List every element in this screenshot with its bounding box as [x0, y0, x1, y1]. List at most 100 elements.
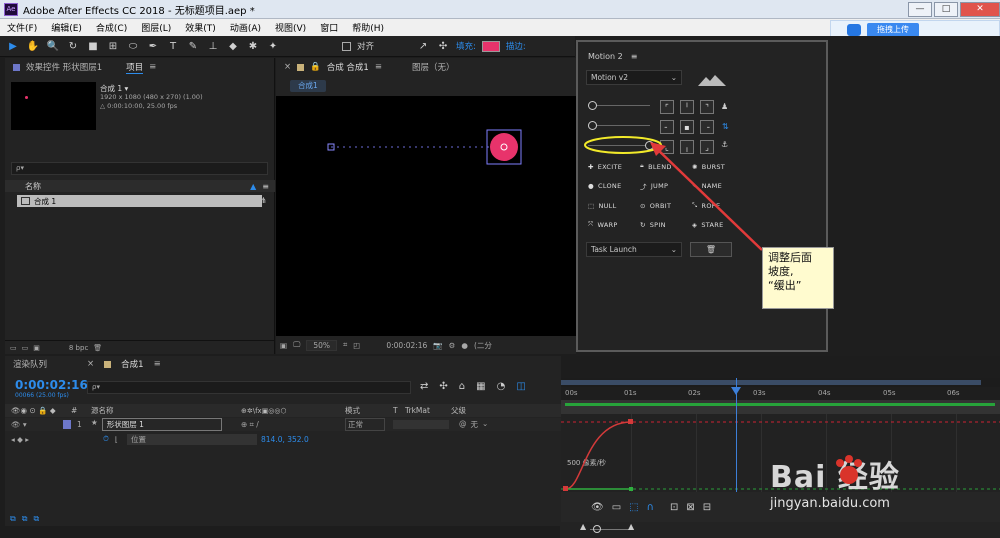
warp-button[interactable]: ⤧ WARP	[588, 220, 640, 229]
trkmat-select[interactable]	[393, 420, 449, 429]
anchor-top[interactable]: ╵	[680, 100, 694, 114]
panel-menu-icon[interactable]: ≡	[154, 359, 161, 369]
anchor-left[interactable]: ╴	[660, 120, 674, 134]
menu-view[interactable]: 视图(V)	[268, 21, 313, 34]
timeline-search-input[interactable]: ρ▾	[87, 381, 411, 394]
panel-menu-icon[interactable]: ≡	[375, 62, 382, 72]
fill-color-swatch[interactable]	[481, 40, 500, 52]
keyframe-nav-icons[interactable]: ◂ ◆ ▸	[5, 435, 103, 444]
hand-tool-icon[interactable]: ✋	[26, 39, 40, 53]
playhead-handle[interactable]	[731, 387, 741, 395]
work-area-bar[interactable]	[561, 378, 1000, 387]
lock-icon[interactable]: 🔒	[310, 62, 321, 72]
camera-tool-icon[interactable]: ■	[86, 39, 100, 53]
tab-composition[interactable]: 合成 合成1	[327, 61, 369, 73]
pin-icon[interactable]: ♟	[721, 102, 728, 111]
graph-toggle-icon[interactable]: ⌊	[115, 435, 127, 444]
slider-track-2[interactable]	[588, 125, 650, 126]
slider-thumb-1[interactable]	[588, 101, 597, 110]
tab-timeline-comp[interactable]: 合成1	[121, 358, 143, 370]
puppet-tool-icon[interactable]: ✦	[266, 39, 280, 53]
graph-eye-icon[interactable]: 👁	[591, 502, 604, 513]
clone-button[interactable]: ● CLONE	[588, 181, 640, 191]
tab-project[interactable]: 项目	[126, 61, 144, 74]
column-t[interactable]: T	[393, 406, 405, 415]
pan-behind-tool-icon[interactable]: ⊞	[106, 39, 120, 53]
resolution-select[interactable]: (二分	[474, 340, 492, 351]
bpc-label[interactable]: 8 bpc	[69, 344, 88, 352]
project-search-input[interactable]: ρ▾	[11, 162, 268, 175]
tab-effect-controls[interactable]: 效果控件 形状图层1	[26, 61, 102, 73]
align-checkbox[interactable]	[342, 41, 351, 51]
menu-window[interactable]: 窗口	[313, 21, 345, 34]
zoom-tool-icon[interactable]: 🔍	[46, 39, 60, 53]
zoom-in-icon[interactable]: ▲	[628, 522, 634, 531]
roto-brush-tool-icon[interactable]: ✱	[246, 39, 260, 53]
color-icon[interactable]: ●	[461, 341, 468, 350]
fit-selection-icon[interactable]: ⊡	[670, 502, 678, 513]
column-parent[interactable]: 父级	[451, 405, 466, 416]
shape-circle[interactable]	[490, 133, 518, 161]
stopwatch-icon[interactable]: ⏱	[103, 434, 115, 444]
burst-button[interactable]: ✺ BURST	[692, 162, 744, 171]
column-name[interactable]: 名称	[25, 181, 41, 192]
motion-blur-icon[interactable]: ◔	[497, 381, 506, 392]
anchor-top-left[interactable]: ⌜	[660, 100, 674, 114]
graph-type-icon[interactable]: ▭	[612, 502, 621, 513]
layer-name-cell[interactable]: ★ 形状图层 1	[91, 418, 241, 431]
draft-3d-icon[interactable]: ✣	[439, 381, 447, 392]
name-button[interactable]: ✎ NAME	[692, 181, 744, 191]
column-mode[interactable]: 模式	[345, 405, 393, 416]
snap-icon[interactable]: ↗	[416, 39, 430, 53]
column-source-name[interactable]: 源名称	[91, 405, 241, 416]
close-button[interactable]: ✕	[960, 1, 1000, 17]
excite-button[interactable]: ✚ EXCITE	[588, 162, 640, 171]
shape-tool-icon[interactable]: ⬭	[126, 39, 140, 53]
zoom-slider-thumb[interactable]	[593, 525, 601, 533]
preview-icon[interactable]: ▣	[280, 341, 287, 350]
tab-layer[interactable]: 图层（无）	[412, 61, 455, 73]
keyframe-handle-start[interactable]	[563, 486, 568, 491]
toggle-switches-icon[interactable]: ⧉	[10, 514, 16, 526]
selection-tool-icon[interactable]: ▶	[6, 39, 20, 53]
menu-help[interactable]: 帮助(H)	[345, 21, 391, 34]
frame-blend-icon[interactable]: ▦	[476, 381, 485, 392]
blend-button[interactable]: ⩧ BLEND	[640, 162, 692, 171]
stamp-tool-icon[interactable]: ⊥	[206, 39, 220, 53]
column-trkmat[interactable]: TrkMat	[405, 406, 451, 415]
keyframe-handle-green[interactable]	[629, 487, 633, 491]
snap-graph-icon[interactable]: ∩	[647, 502, 654, 513]
spin-button[interactable]: ↻ SPIN	[640, 220, 692, 229]
menu-edit[interactable]: 编辑(E)	[44, 21, 89, 34]
sort-up-icon[interactable]: ▲	[250, 182, 256, 191]
channels-icon[interactable]: ⚙	[449, 341, 456, 350]
menu-file[interactable]: 文件(F)	[0, 21, 44, 34]
time-ruler[interactable]: 00s 01s 02s 03s 04s 05s 06s	[561, 387, 1000, 400]
panel-menu-icon[interactable]: ≡	[149, 62, 156, 72]
slider-track-3[interactable]	[588, 145, 650, 146]
jump-button[interactable]: ⤴ JUMP	[640, 181, 692, 191]
upload-button[interactable]: 拖拽上传	[867, 23, 919, 37]
new-folder-icon[interactable]: ▭	[22, 344, 29, 352]
comp-viewer[interactable]	[276, 96, 576, 336]
close-tab-icon[interactable]: ×	[87, 359, 94, 369]
menu-layer[interactable]: 图层(L)	[134, 21, 178, 34]
task-launch-select[interactable]: Task Launch ⌄	[586, 242, 682, 257]
anchor-bottom[interactable]: ╷	[680, 140, 694, 154]
slider-thumb-2[interactable]	[588, 121, 597, 130]
toggle-modes-icon[interactable]: ⧉	[22, 514, 28, 526]
anchor-top-right[interactable]: ⌝	[700, 100, 714, 114]
anchor-right[interactable]: ╶	[700, 120, 714, 134]
grid-icon[interactable]: ⌗	[343, 340, 347, 350]
new-comp-icon[interactable]: ▣	[33, 344, 40, 352]
layer-switches[interactable]: ⊕ ⌗ /	[241, 420, 345, 430]
visibility-icon[interactable]: 👁 ▾	[5, 420, 63, 429]
region-icon[interactable]: ◰	[353, 341, 360, 350]
slider-track-1[interactable]	[588, 105, 650, 106]
preset-select[interactable]: Motion v2 ⌄	[586, 70, 682, 85]
menu-effect[interactable]: 效果(T)	[178, 21, 223, 34]
orbit-button[interactable]: ⊙ ORBIT	[640, 201, 692, 210]
layer-mode-select[interactable]: 正常	[345, 418, 385, 431]
anchor-center[interactable]: ▪	[680, 120, 694, 134]
zoom-select[interactable]: 50%	[306, 339, 337, 351]
